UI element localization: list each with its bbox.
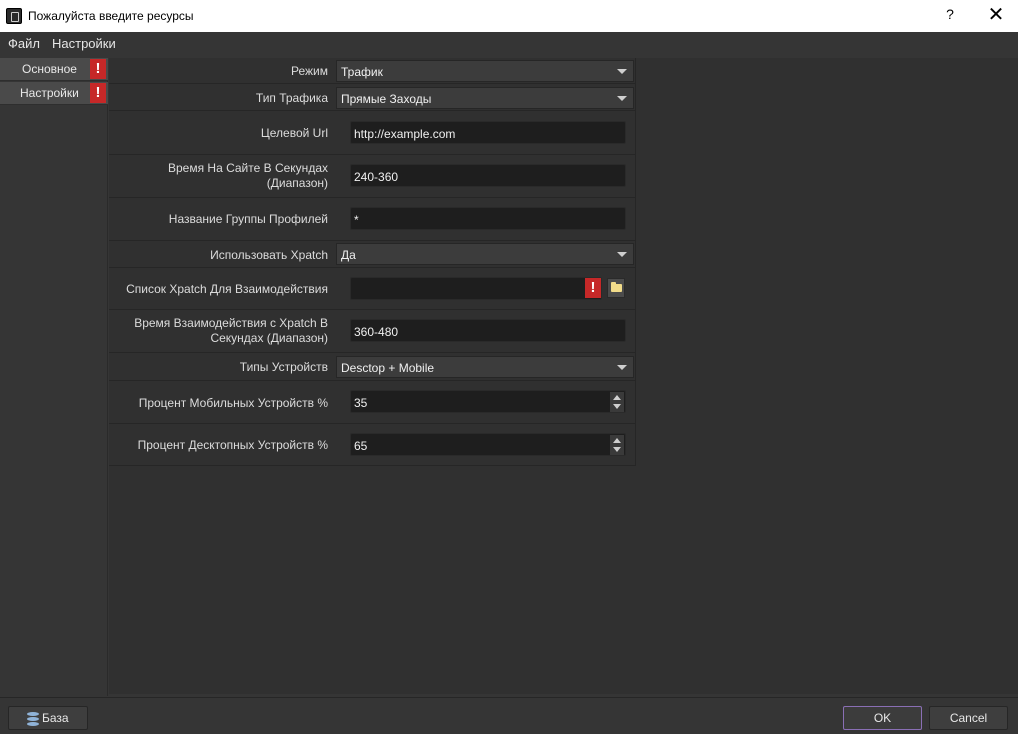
title-bar: Пожалуйста введите ресурсы ? ✕ xyxy=(0,0,1018,32)
warning-icon: ! xyxy=(90,59,106,79)
profile-group-value: * xyxy=(354,213,359,227)
traffic-type-select[interactable]: Прямые Заходы xyxy=(336,87,634,109)
mobile-percent-label: Процент Мобильных Устройств % xyxy=(138,396,328,410)
database-icon xyxy=(27,712,39,726)
tab-main[interactable]: Основное ! xyxy=(0,58,108,81)
row-mobile-percent: Процент Мобильных Устройств % 35 xyxy=(109,381,636,424)
mode-select[interactable]: Трафик xyxy=(336,60,634,82)
row-use-xpatch: Использовать Xpatch Да xyxy=(109,241,636,268)
tab-main-label: Основное xyxy=(22,62,77,76)
ok-button[interactable]: OK xyxy=(843,706,922,730)
row-profile-group: Название Группы Профилей * xyxy=(109,198,636,241)
tab-settings[interactable]: Настройки ! xyxy=(0,82,108,105)
target-url-input[interactable]: http://example.com xyxy=(350,121,626,144)
row-traffic-type: Тип Трафика Прямые Заходы xyxy=(109,84,636,111)
database-button-label: База xyxy=(42,711,69,725)
device-types-select[interactable]: Desctop + Mobile xyxy=(336,356,634,378)
database-button[interactable]: База xyxy=(8,706,88,730)
warning-icon: ! xyxy=(90,83,106,103)
row-desktop-percent: Процент Десктопных Устройств % 65 xyxy=(109,424,636,466)
time-on-site-input[interactable]: 240-360 xyxy=(350,164,626,187)
xpatch-time-value: 360-480 xyxy=(354,325,399,339)
chevron-down-icon xyxy=(617,96,627,101)
app-icon xyxy=(6,8,22,24)
mobile-percent-spinbox[interactable]: 35 xyxy=(350,390,626,413)
target-url-value: http://example.com xyxy=(354,127,456,141)
warning-icon: ! xyxy=(585,278,601,298)
arrow-down-icon[interactable] xyxy=(613,447,621,452)
arrow-down-icon[interactable] xyxy=(613,404,621,409)
arrow-up-icon[interactable] xyxy=(613,438,621,443)
xpatch-time-label: Время Взаимодействия с Xpatch В Секундах… xyxy=(134,316,328,345)
mode-value: Трафик xyxy=(341,65,383,79)
settings-form: Режим Трафик Тип Трафика Прямые Заходы Ц… xyxy=(109,58,1018,694)
xpatch-list-label: Список Xpatch Для Взаимодействия xyxy=(126,282,328,296)
row-mode: Режим Трафик xyxy=(109,58,636,84)
desktop-percent-spinbox[interactable]: 65 xyxy=(350,433,626,456)
chevron-down-icon xyxy=(617,252,627,257)
profile-group-input[interactable]: * xyxy=(350,207,626,230)
chevron-down-icon xyxy=(617,365,627,370)
row-time-on-site: Время На Сайте В Секундах (Диапазон) 240… xyxy=(109,155,636,198)
target-url-label: Целевой Url xyxy=(260,126,328,140)
spin-buttons[interactable] xyxy=(610,392,624,412)
row-xpatch-time: Время Взаимодействия с Xpatch В Секундах… xyxy=(109,310,636,353)
desktop-percent-value: 65 xyxy=(354,439,368,453)
device-types-value: Desctop + Mobile xyxy=(341,361,435,375)
browse-button[interactable] xyxy=(607,278,625,298)
time-on-site-value: 240-360 xyxy=(354,170,399,184)
menu-settings[interactable]: Настройки xyxy=(52,36,116,51)
use-xpatch-select[interactable]: Да xyxy=(336,243,634,265)
cancel-button[interactable]: Cancel xyxy=(929,706,1008,730)
sidebar: Основное ! Настройки ! xyxy=(0,58,108,696)
time-on-site-label: Время На Сайте В Секундах (Диапазон) xyxy=(167,161,328,190)
mode-label: Режим xyxy=(291,64,328,78)
xpatch-time-input[interactable]: 360-480 xyxy=(350,319,626,342)
device-types-label: Типы Устройств xyxy=(239,360,328,374)
arrow-up-icon[interactable] xyxy=(613,395,621,400)
help-button[interactable]: ? xyxy=(938,6,962,26)
folder-icon xyxy=(611,282,622,292)
xpatch-list-input[interactable] xyxy=(350,277,602,300)
profile-group-label: Название Группы Профилей xyxy=(168,212,328,226)
use-xpatch-value: Да xyxy=(341,248,356,262)
spin-buttons[interactable] xyxy=(610,435,624,455)
window-title: Пожалуйста введите ресурсы xyxy=(28,9,194,23)
row-device-types: Типы Устройств Desctop + Mobile xyxy=(109,353,636,381)
menu-file[interactable]: Файл xyxy=(8,36,40,51)
row-xpatch-list: Список Xpatch Для Взаимодействия ! xyxy=(109,268,636,310)
chevron-down-icon xyxy=(617,69,627,74)
desktop-percent-label: Процент Десктопных Устройств % xyxy=(137,438,328,452)
row-target-url: Целевой Url http://example.com xyxy=(109,111,636,155)
bottom-bar: База OK Cancel xyxy=(0,697,1018,734)
menu-bar: Файл Настройки xyxy=(0,32,1018,54)
tab-settings-label: Настройки xyxy=(20,86,79,100)
use-xpatch-label: Использовать Xpatch xyxy=(210,248,328,262)
close-button[interactable]: ✕ xyxy=(982,4,1010,28)
traffic-type-label: Тип Трафика xyxy=(255,91,328,105)
traffic-type-value: Прямые Заходы xyxy=(341,92,432,106)
mobile-percent-value: 35 xyxy=(354,396,368,410)
